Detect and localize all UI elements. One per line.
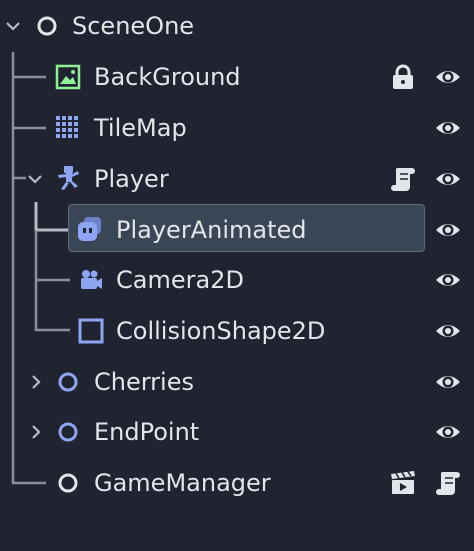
clapperboard-icon[interactable]: [389, 469, 417, 497]
eye-icon[interactable]: [434, 317, 462, 345]
tree-row-playeranimated[interactable]: PlayerAnimated: [0, 205, 474, 255]
node-label: PlayerAnimated: [116, 216, 307, 244]
chevron-right-icon[interactable]: [28, 374, 44, 390]
node-label: TileMap: [94, 114, 187, 142]
node-label: BackGround: [94, 63, 241, 91]
tree-row-gamemanager[interactable]: GameManager: [0, 458, 474, 508]
tree-row-endpoint[interactable]: EndPoint: [0, 407, 474, 457]
eye-icon[interactable]: [434, 266, 462, 294]
chevron-down-icon[interactable]: [5, 18, 21, 34]
tree-row-collisionshape2d[interactable]: CollisionShape2D: [0, 306, 474, 356]
node-label: Player: [94, 165, 169, 193]
node-circle-icon: [55, 470, 81, 496]
tree-row-background[interactable]: BackGround: [0, 52, 474, 102]
tree-row-player[interactable]: Player: [0, 154, 474, 204]
node-label: EndPoint: [94, 418, 200, 446]
script-icon[interactable]: [434, 469, 462, 497]
node2d-circle-icon: [55, 369, 81, 395]
node-label: Cherries: [94, 368, 194, 396]
scene-tree: SceneOne BackGround TileMap Player Playe…: [0, 0, 474, 551]
collision-shape-icon: [78, 318, 104, 344]
animated-sprite-icon: [77, 216, 103, 242]
camera-icon: [77, 267, 103, 293]
tree-row-tilemap[interactable]: TileMap: [0, 103, 474, 153]
eye-icon[interactable]: [434, 63, 462, 91]
tilemap-grid-icon: [55, 115, 81, 141]
tree-row-sceneone[interactable]: SceneOne: [0, 1, 474, 51]
eye-icon[interactable]: [434, 114, 462, 142]
eye-icon[interactable]: [434, 368, 462, 396]
tree-row-camera2d[interactable]: Camera2D: [0, 255, 474, 305]
node-label: GameManager: [94, 469, 271, 497]
eye-icon[interactable]: [434, 216, 462, 244]
node2d-circle-icon: [34, 13, 60, 39]
sprite-image-icon: [55, 64, 81, 90]
chevron-right-icon[interactable]: [28, 424, 44, 440]
eye-icon[interactable]: [434, 418, 462, 446]
node2d-circle-icon: [55, 419, 81, 445]
node-label: Camera2D: [116, 266, 244, 294]
chevron-down-icon[interactable]: [27, 171, 43, 187]
character-body-icon: [55, 165, 81, 191]
script-icon[interactable]: [389, 165, 417, 193]
tree-row-cherries[interactable]: Cherries: [0, 357, 474, 407]
lock-icon[interactable]: [389, 63, 417, 91]
node-label: CollisionShape2D: [116, 317, 326, 345]
node-label: SceneOne: [72, 12, 195, 40]
eye-icon[interactable]: [434, 165, 462, 193]
